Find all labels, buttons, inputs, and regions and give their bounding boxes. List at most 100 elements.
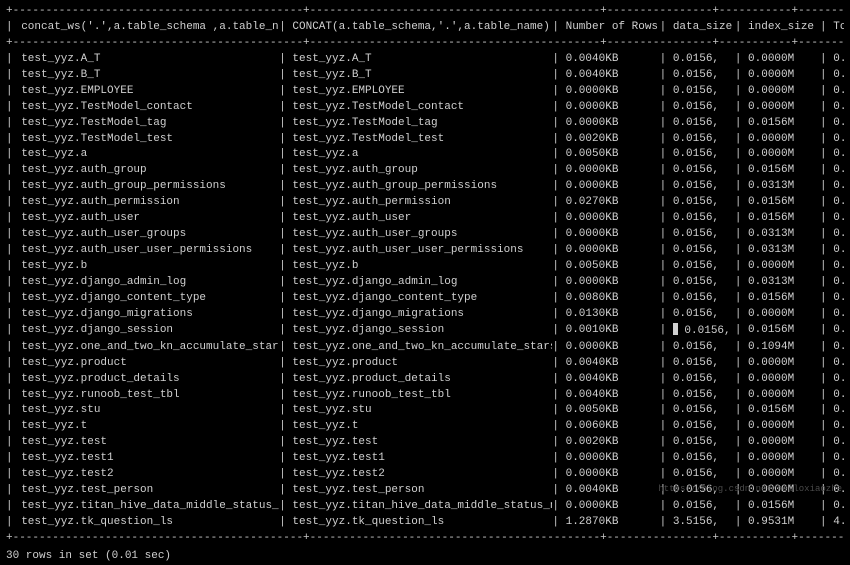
cell-name1: test_yyz.TestModel_tag [19,116,279,132]
cell-data-size: 0.0156, [673,275,735,291]
cell-name2: test_yyz.t [292,419,552,435]
cell-data-size: 0.0156, [673,467,735,483]
cell-data-size: 0.0156, [673,419,735,435]
cell-rows: 0.0000KB [566,499,660,515]
table-row: | test_yyz.titan_hive_data_middle_status… [6,499,844,515]
cell-index-size: 0.0000M [748,435,820,451]
cell-name2: test_yyz.runoob_test_tbl [292,388,552,404]
cell-rows: 0.0270KB [566,195,660,211]
cell-name2: test_yyz.TestModel_test [292,132,552,148]
cell-total: 0.0313M [833,291,844,307]
cell-name2: test_yyz.b [292,259,552,275]
table-row: | test_yyz.stu| test_yyz.stu| 0.0050KB| … [6,403,844,419]
cell-name2: test_yyz.EMPLOYEE [292,84,552,100]
cell-total: 0.0469M [833,243,844,259]
cell-data-size: 0.0156, [673,259,735,275]
cell-name1: test_yyz.A_T [19,52,279,68]
table-row: | test_yyz.b| test_yyz.b| 0.0050KB| 0.01… [6,259,844,275]
table-row: | test_yyz.t| test_yyz.t| 0.0060KB| 0.01… [6,419,844,435]
table-row: | test_yyz.auth_user| test_yyz.auth_user… [6,211,844,227]
cell-index-size: 0.1094M [748,340,820,356]
cell-total: 0.0156M [833,419,844,435]
table-row: | test_yyz.django_content_type| test_yyz… [6,291,844,307]
table-row: | test_yyz.test| test_yyz.test| 0.0020KB… [6,435,844,451]
cell-name2: test_yyz.django_content_type [292,291,552,307]
table-row: | test_yyz.test1| test_yyz.test1| 0.0000… [6,451,844,467]
cell-data-size: 0.0156, [673,163,735,179]
cell-rows: 0.0000KB [566,211,660,227]
cell-name1: test_yyz.test2 [19,467,279,483]
table-row: | test_yyz.auth_user_groups| test_yyz.au… [6,227,844,243]
cell-data-size: 0.0156, [673,323,735,340]
watermark: https://blog.csdn.net/helloxiaozhe [658,483,842,496]
cell-index-size: 0.0000M [748,259,820,275]
cell-index-size: 0.0000M [748,451,820,467]
cell-name1: test_yyz.django_admin_log [19,275,279,291]
cell-name2: test_yyz.one_and_two_kn_accumulate_stars [292,340,552,356]
cell-rows: 0.0000KB [566,163,660,179]
cell-name1: test_yyz.auth_permission [19,195,279,211]
cell-name1: test_yyz.stu [19,403,279,419]
cell-name2: test_yyz.TestModel_contact [292,100,552,116]
cell-name2: test_yyz.B_T [292,68,552,84]
table-row: | test_yyz.tk_question_ls| test_yyz.tk_q… [6,515,844,531]
cell-data-size: 0.0156, [673,388,735,404]
cell-rows: 0.0010KB [566,323,660,339]
cell-rows: 0.0040KB [566,483,660,499]
cell-name2: test_yyz.tk_question_ls [292,515,552,531]
separator-line: +---------------------------------------… [6,36,844,52]
cell-total: 0.0313M [833,403,844,419]
cell-name2: test_yyz.auth_group_permissions [292,179,552,195]
cell-total: 4.4688M [833,515,844,531]
cell-data-size: 0.0156, [673,340,735,356]
cell-name1: test_yyz.TestModel_contact [19,100,279,116]
cell-total: 0.0313M [833,499,844,515]
cell-rows: 0.0000KB [566,340,660,356]
cell-data-size: 0.0156, [673,211,735,227]
sql-result-table: +---------------------------------------… [6,4,844,547]
cell-name1: test_yyz.auth_user_groups [19,227,279,243]
cell-index-size: 0.0313M [748,243,820,259]
cell-name2: test_yyz.auth_user [292,211,552,227]
cell-name2: test_yyz.auth_permission [292,195,552,211]
cell-total: 0.0156M [833,388,844,404]
cell-index-size: 0.0000M [748,68,820,84]
column-header: CONCAT(a.table_schema,'.',a.table_name) [292,20,552,36]
cell-index-size: 0.0313M [748,227,820,243]
cell-rows: 0.0000KB [566,227,660,243]
cell-data-size: 0.0156, [673,179,735,195]
cell-total: 0.0313M [833,195,844,211]
cell-rows: 0.0000KB [566,179,660,195]
cell-total: 0.0156M [833,132,844,148]
cell-rows: 0.0040KB [566,52,660,68]
cell-index-size: 0.0000M [748,147,820,163]
cell-index-size: 0.0313M [748,179,820,195]
cell-rows: 0.0000KB [566,275,660,291]
cell-name2: test_yyz.test2 [292,467,552,483]
cell-rows: 0.0020KB [566,435,660,451]
cell-name2: test_yyz.django_migrations [292,307,552,323]
cell-total: 0.0156M [833,356,844,372]
cell-data-size: 0.0156, [673,403,735,419]
cell-total: 0.0156M [833,147,844,163]
cell-name2: test_yyz.test1 [292,451,552,467]
table-row: | test_yyz.a| test_yyz.a| 0.0050KB| 0.01… [6,147,844,163]
cell-index-size: 0.0000M [748,419,820,435]
table-row: | test_yyz.product| test_yyz.product| 0.… [6,356,844,372]
text-cursor [673,323,678,335]
cell-name1: test_yyz.TestModel_test [19,132,279,148]
column-header: Total [833,20,844,36]
cell-name1: test_yyz.django_session [19,323,279,339]
cell-name1: test_yyz.runoob_test_tbl [19,388,279,404]
cell-name2: test_yyz.auth_group [292,163,552,179]
cell-name1: test_yyz.product_details [19,372,279,388]
cell-name2: test_yyz.a [292,147,552,163]
cell-total: 0.0156M [833,259,844,275]
cell-name1: test_yyz.B_T [19,68,279,84]
cell-name1: test_yyz.django_migrations [19,307,279,323]
cell-name1: test_yyz.test [19,435,279,451]
cell-total: 0.0156M [833,52,844,68]
cell-index-size: 0.0000M [748,356,820,372]
cell-rows: 0.0050KB [566,147,660,163]
cell-data-size: 0.0156, [673,307,735,323]
